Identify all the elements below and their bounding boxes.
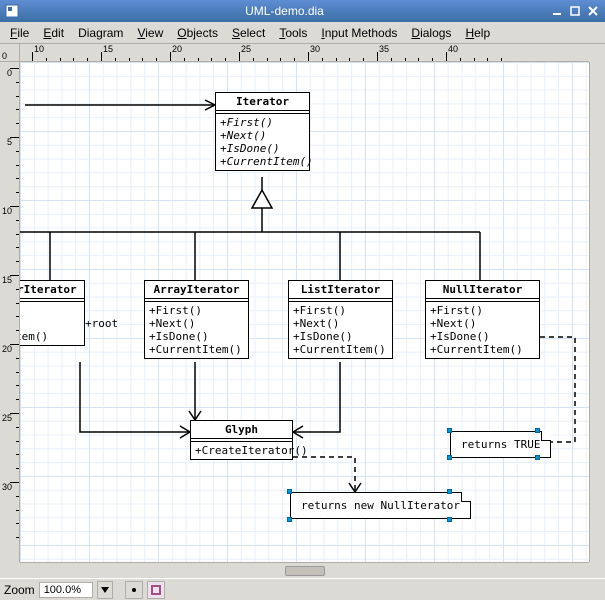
ruler-tick-label: 20 xyxy=(2,344,12,354)
note-text: returns TRUE xyxy=(461,438,540,451)
ruler-tick-label: 30 xyxy=(310,44,320,54)
menubar: File Edit Diagram View Objects Select To… xyxy=(0,22,605,44)
ruler-tick-label: 10 xyxy=(34,44,44,54)
ruler-tick-label: 25 xyxy=(2,413,12,423)
menu-file[interactable]: File xyxy=(4,24,35,42)
grid-dot-icon xyxy=(128,584,140,596)
menu-dialogs[interactable]: Dialogs xyxy=(405,24,457,42)
menu-view[interactable]: View xyxy=(131,24,169,42)
ruler-tick-label: 25 xyxy=(241,44,251,54)
ruler-origin: 0 xyxy=(0,44,20,62)
assoc-root-label: +root xyxy=(85,317,118,330)
class-ops: +First() +Next() +IsDone() +CurrentItem(… xyxy=(216,114,309,170)
menu-input-methods[interactable]: Input Methods xyxy=(315,24,403,42)
titlebar: UML-demo.dia xyxy=(0,0,605,22)
class-name: ListIterator xyxy=(289,281,392,299)
window-title: UML-demo.dia xyxy=(20,4,549,18)
ruler-tick-label: 40 xyxy=(448,44,458,54)
note-returns-null[interactable]: returns new NullIterator xyxy=(290,492,471,519)
class-name: ArrayIterator xyxy=(145,281,248,299)
menu-edit[interactable]: Edit xyxy=(37,24,70,42)
statusbar: Zoom 100.0% xyxy=(0,578,605,600)
note-dogear-icon xyxy=(461,492,471,502)
class-array-iterator[interactable]: ArrayIterator +First() +Next() +IsDone()… xyxy=(144,280,249,359)
menu-diagram[interactable]: Diagram xyxy=(72,24,129,42)
class-name: Iterator xyxy=(216,93,309,111)
class-ops: +CreateIterator() xyxy=(191,442,292,459)
scrollbar-thumb[interactable] xyxy=(285,566,325,576)
class-ops: +First() +Next() +IsDone() +CurrentItem(… xyxy=(145,302,248,358)
class-name: Glyph xyxy=(191,421,292,439)
scrollbar-vertical[interactable] xyxy=(589,62,605,562)
workspace: 0 10 15 20 25 30 35 40 0 5 10 15 20 25 30 xyxy=(0,44,605,578)
selection-handle[interactable] xyxy=(447,455,452,460)
class-null-iterator[interactable]: NullIterator +First() +Next() +IsDone() … xyxy=(425,280,540,359)
menu-objects[interactable]: Objects xyxy=(171,24,224,42)
ruler-tick-label: 35 xyxy=(379,44,389,54)
scrollbar-horizontal[interactable] xyxy=(20,562,589,578)
menu-select[interactable]: Select xyxy=(226,24,271,42)
class-glyph[interactable]: Glyph +CreateIterator() xyxy=(190,420,293,460)
selection-handle[interactable] xyxy=(535,455,540,460)
ruler-tick-label: 15 xyxy=(103,44,113,54)
canvas[interactable]: Iterator +First() +Next() +IsDone() +Cur… xyxy=(20,62,589,562)
class-partial-iterator[interactable]: rIterator tem() xyxy=(20,280,85,346)
selection-handle[interactable] xyxy=(287,489,292,494)
selection-handle[interactable] xyxy=(287,517,292,522)
object-snap-icon xyxy=(150,584,162,596)
minimize-icon[interactable] xyxy=(549,3,565,19)
menu-tools[interactable]: Tools xyxy=(273,24,313,42)
class-list-iterator[interactable]: ListIterator +First() +Next() +IsDone() … xyxy=(288,280,393,359)
snap-object-button[interactable] xyxy=(147,581,165,599)
zoom-label: Zoom xyxy=(4,583,35,597)
maximize-icon[interactable] xyxy=(567,3,583,19)
selection-handle[interactable] xyxy=(535,428,540,433)
ruler-vertical[interactable]: 0 5 10 15 20 25 30 xyxy=(0,62,20,562)
zoom-input[interactable]: 100.0% xyxy=(39,582,93,598)
snap-grid-button[interactable] xyxy=(125,581,143,599)
ruler-tick-label: 30 xyxy=(2,482,12,492)
app-icon xyxy=(4,3,20,19)
selection-handle[interactable] xyxy=(447,517,452,522)
class-iterator[interactable]: Iterator +First() +Next() +IsDone() +Cur… xyxy=(215,92,310,171)
menu-help[interactable]: Help xyxy=(459,24,496,42)
close-icon[interactable] xyxy=(585,3,601,19)
note-text: returns new NullIterator xyxy=(301,499,460,512)
ruler-tick-label: 15 xyxy=(2,275,12,285)
class-ops: +First() +Next() +IsDone() +CurrentItem(… xyxy=(426,302,539,358)
ruler-horizontal[interactable]: 10 15 20 25 30 35 40 xyxy=(20,44,589,62)
ruler-tick-label: 10 xyxy=(2,206,12,216)
ruler-tick-label: 0 xyxy=(7,68,12,78)
note-returns-true[interactable]: returns TRUE xyxy=(450,431,551,458)
ruler-tick-label: 5 xyxy=(7,137,12,147)
class-name: NullIterator xyxy=(426,281,539,299)
class-name: rIterator xyxy=(20,281,84,299)
selection-handle[interactable] xyxy=(447,489,452,494)
selection-handle[interactable] xyxy=(447,428,452,433)
class-ops: tem() xyxy=(20,302,84,345)
ruler-tick-label: 20 xyxy=(172,44,182,54)
zoom-dropdown[interactable] xyxy=(97,581,113,599)
note-dogear-icon xyxy=(541,431,551,441)
class-ops: +First() +Next() +IsDone() +CurrentItem(… xyxy=(289,302,392,358)
chevron-down-icon xyxy=(101,586,109,594)
